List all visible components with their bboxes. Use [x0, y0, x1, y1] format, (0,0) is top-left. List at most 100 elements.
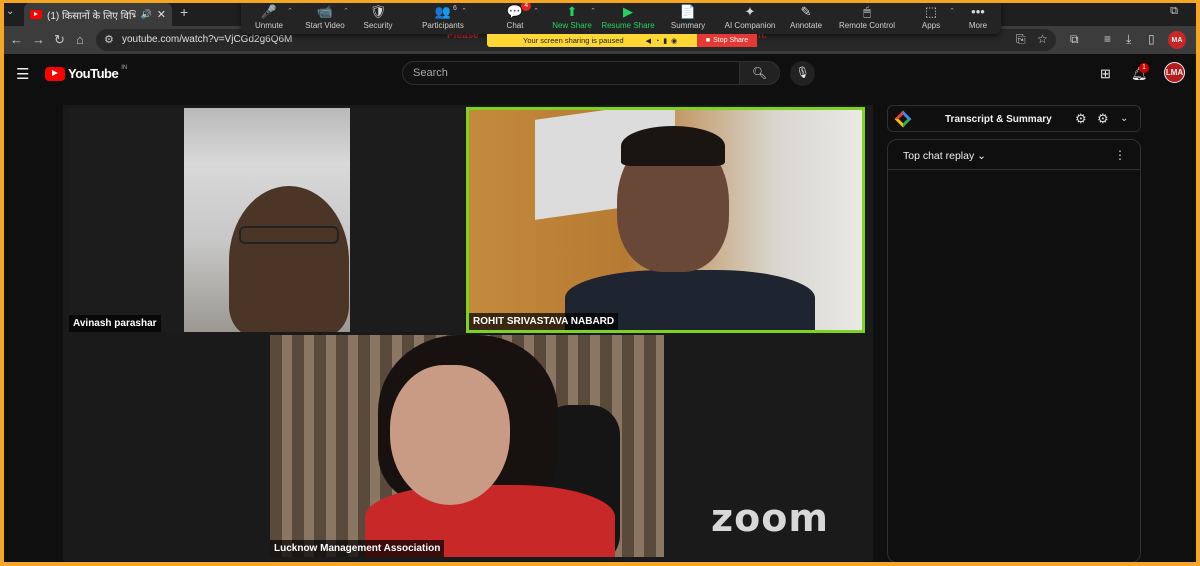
summary-button[interactable]: 📄 Summary: [658, 3, 718, 30]
youtube-wordmark: YouTube: [68, 66, 119, 81]
back-icon[interactable]: ←: [10, 32, 23, 47]
participants-button[interactable]: 👥 6 Participants ⌃: [413, 3, 473, 30]
more-options-icon[interactable]: ⋮: [1114, 148, 1126, 162]
zoom-meeting-toolbar: 🎤 Unmute ⌃ 📹 Start Video ⌃ 🛡 Security 👥 …: [241, 0, 1001, 34]
new-share-label: New Share: [552, 21, 592, 30]
remote-control-button[interactable]: 🖱 Remote Control: [837, 3, 897, 30]
ai-settings-icon[interactable]: ⚙: [1075, 111, 1087, 127]
window-restore-icon[interactable]: ⧉: [1170, 5, 1178, 18]
chevron-down-icon[interactable]: ⌃: [287, 7, 293, 15]
stop-share-button[interactable]: ■ Stop Share: [697, 34, 757, 47]
participant-tile: Avinash parashar: [69, 108, 464, 332]
stop-icon: ■: [705, 37, 711, 44]
menu-icon[interactable]: ☰: [16, 65, 29, 83]
sidebar-icon[interactable]: ▯: [1148, 32, 1155, 46]
chat-icon: 💬 4: [507, 1, 532, 21]
country-code: IN: [121, 64, 128, 71]
participant-name: Lucknow Management Association: [270, 540, 445, 557]
download-icon[interactable]: ⤓: [1126, 32, 1131, 47]
play-icon: ▶: [623, 4, 633, 19]
transcript-summary-label: Transcript & Summary: [945, 114, 1052, 125]
youtube-favicon-icon: [30, 10, 42, 19]
unmute-label: Unmute: [254, 21, 283, 30]
participant-name: ROHIT SRIVASTAVA NABARD: [469, 313, 619, 330]
bookmark-star-icon[interactable]: ☆: [1037, 32, 1048, 46]
browser-tab-active[interactable]: (1) किसानों के लिए विभिन्न केंद्रीय 🔊 ✕: [24, 3, 172, 26]
annotate-button[interactable]: ✎ Annotate: [776, 3, 836, 30]
ai-gem-icon: [894, 110, 912, 128]
participant-tile: Lucknow Management Association: [270, 335, 664, 557]
apps-label: Apps: [921, 21, 941, 30]
search-icon: 🔍︎: [751, 66, 768, 80]
home-icon[interactable]: ⌂: [76, 32, 84, 47]
unmute-button[interactable]: 🎤 Unmute ⌃: [239, 3, 299, 30]
chat-button[interactable]: 💬 4 Chat ⌃: [485, 1, 545, 30]
live-chat-panel: Top chat replay ⌄ ⋮: [887, 139, 1141, 563]
participants-label: Participants: [422, 21, 464, 30]
pencil-icon: ✎: [800, 4, 812, 19]
participant-tile-active-speaker: ROHIT SRIVASTAVA NABARD: [466, 107, 865, 333]
resume-share-label: Resume Share: [601, 21, 655, 30]
more-button[interactable]: ••• More: [948, 3, 1008, 30]
resume-share-button[interactable]: ▶ Resume Share: [598, 3, 658, 30]
transcript-summary-bar[interactable]: Transcript & Summary ⚙ ⚙ ⌄: [887, 105, 1141, 132]
chat-header: Top chat replay ⌄ ⋮: [888, 140, 1140, 170]
shield-icon: 🛡: [369, 4, 387, 19]
tab-close-icon[interactable]: ✕: [157, 8, 166, 21]
search-input[interactable]: Search: [402, 61, 740, 85]
new-tab-button[interactable]: +: [180, 4, 188, 20]
ai-companion-button[interactable]: ✦ AI Companion: [720, 3, 780, 30]
chevron-down-icon[interactable]: ⌃: [533, 7, 539, 15]
video-player[interactable]: Avinash parashar ROHIT SRIVASTAVA NABARD…: [63, 105, 873, 561]
create-video-icon[interactable]: ⊞: [1100, 66, 1111, 82]
paused-banner-text: Your screen sharing is paused: [523, 36, 624, 45]
avatar[interactable]: LMA: [1164, 62, 1185, 83]
voice-search-button[interactable]: 🎙︎: [790, 61, 815, 86]
zoom-watermark: zoom: [711, 496, 829, 540]
chevron-down-icon[interactable]: ⌄: [1120, 113, 1128, 124]
search-button[interactable]: 🔍︎: [740, 61, 780, 85]
mouse-icon: 🖱: [863, 4, 871, 19]
participant-name: Avinash parashar: [69, 315, 161, 332]
stop-share-label: Stop Share: [713, 37, 749, 44]
new-share-button[interactable]: ⬆ New Share ⌃: [542, 3, 602, 30]
ai-companion-label: AI Companion: [724, 21, 776, 30]
more-dots-icon: •••: [971, 4, 985, 19]
summary-label: Summary: [670, 21, 706, 30]
extensions-icon[interactable]: ⧉: [1070, 32, 1079, 47]
side-panel: Transcript & Summary ⚙ ⚙ ⌄ Top chat repl…: [887, 105, 1141, 563]
reading-list-icon[interactable]: ≡: [1104, 32, 1111, 46]
youtube-header: ☰ YouTube IN Search 🔍︎ 🎙︎ ⊞ 🔔︎ 1 LMA: [0, 54, 1200, 94]
tab-audio-icon[interactable]: 🔊: [141, 9, 152, 20]
browser-profile-avatar[interactable]: MA: [1168, 31, 1186, 49]
document-icon: 📄: [679, 4, 697, 19]
screen-share-paused-banner: Your screen sharing is paused ◀◔▮◉ ■ Sto…: [487, 34, 757, 47]
video-off-icon: 📹: [316, 4, 334, 19]
start-video-label: Start Video: [305, 21, 345, 30]
sparkle-icon: ✦: [744, 4, 756, 19]
microphone-icon: 🎙︎: [795, 67, 810, 79]
chat-mode-dropdown[interactable]: Top chat replay ⌄: [903, 150, 986, 162]
tab-search-icon[interactable]: ⌄: [6, 6, 14, 17]
remote-control-label: Remote Control: [838, 21, 896, 30]
start-video-button[interactable]: 📹 Start Video ⌃: [295, 3, 355, 30]
site-info-icon[interactable]: ⚙: [104, 33, 114, 46]
chevron-down-icon[interactable]: ⌃: [461, 7, 467, 15]
chevron-down-icon[interactable]: ⌃: [590, 7, 596, 15]
participants-icon: 👥: [434, 4, 452, 19]
chat-label: Chat: [506, 21, 524, 30]
security-button[interactable]: 🛡 Security: [348, 3, 408, 30]
more-label: More: [968, 21, 988, 30]
youtube-logo[interactable]: YouTube IN: [45, 64, 128, 81]
youtube-play-icon: [45, 66, 65, 81]
url-text: youtube.com/watch?v=VjCGd2g6Q6M: [122, 34, 293, 45]
gear-icon[interactable]: ⚙: [1097, 111, 1109, 127]
share-screen-icon: ⬆: [566, 4, 578, 19]
apps-icon: ⬚: [924, 4, 938, 19]
reload-icon[interactable]: ↻: [54, 32, 65, 48]
install-app-icon[interactable]: ⎘: [1016, 32, 1026, 47]
annotate-label: Annotate: [789, 21, 823, 30]
forward-icon[interactable]: →: [32, 32, 45, 47]
participant-camera-feed: [184, 108, 350, 332]
share-controls-icons[interactable]: ◀◔▮◉: [646, 37, 682, 45]
